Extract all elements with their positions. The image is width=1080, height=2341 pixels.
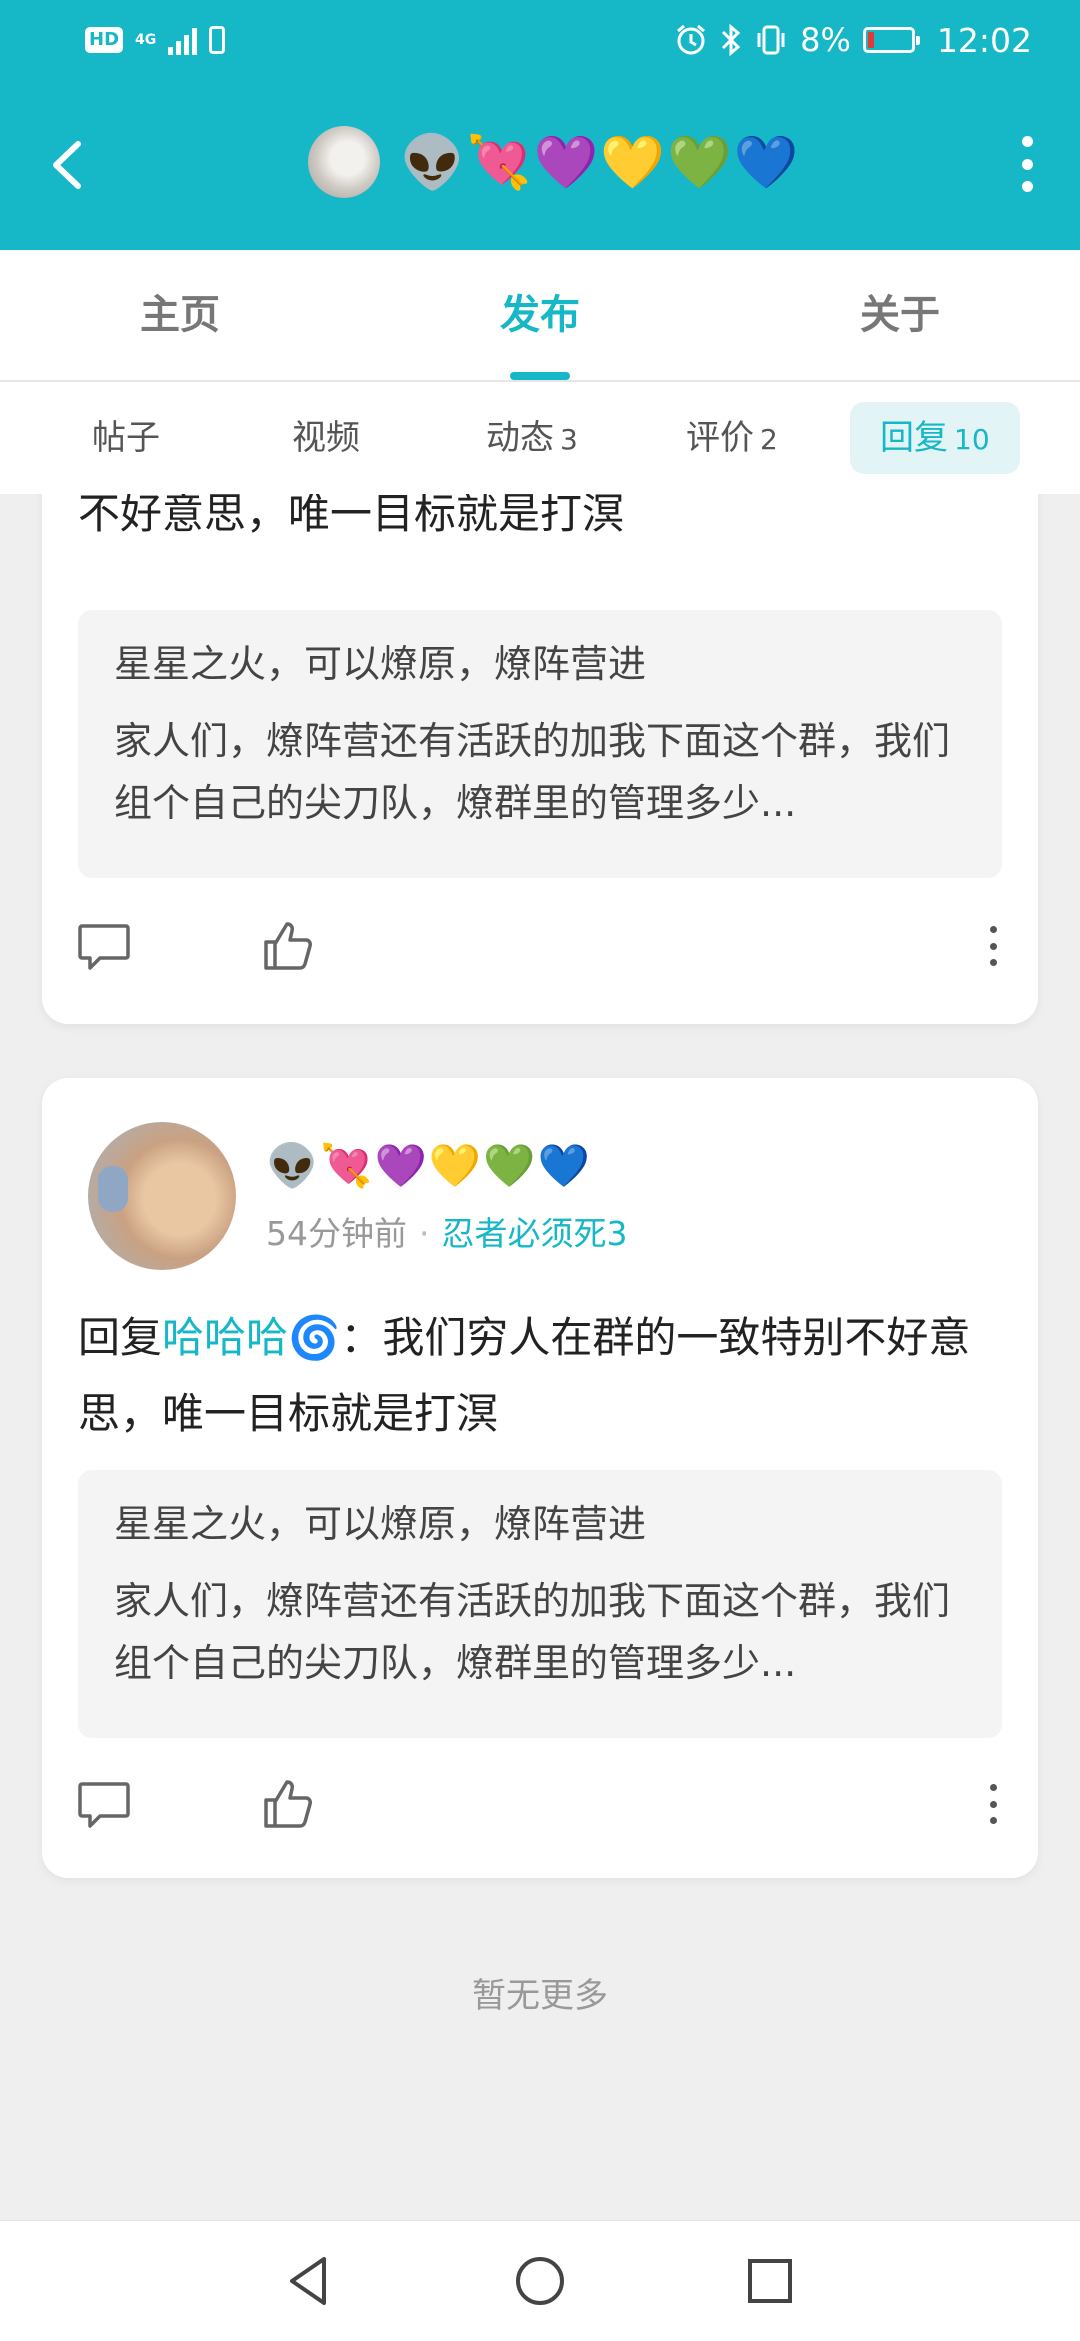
battery-percent: 8% [800,21,851,59]
nav-recents-button[interactable] [740,2251,800,2311]
subtab-replies-count: 10 [954,423,990,456]
bluetooth-icon [720,23,742,57]
reply-text-body: 不好意思，唯一目标就是打溟 [78,494,625,538]
clock: 12:02 [936,20,1032,60]
tab-home[interactable]: 主页 [80,250,280,380]
subtab-videos[interactable]: 视频 [292,402,360,474]
quoted-post[interactable]: 星星之火，可以燎原，燎阵营进 家人们，燎阵营还有活跃的加我下面这个群，我们组个自… [78,1470,1002,1738]
reply-card[interactable]: 👽💘💜💛💚💙 54分钟前 · 忍者必须死3 回复哈哈哈🌀：我们穷人在群的一致特别不好… [42,1078,1038,1878]
tab-publish-label: 发布 [500,292,580,338]
quoted-post-title: 星星之火，可以燎原，燎阵营进 [114,642,647,686]
status-right: 8% 12:02 [674,16,1032,64]
sub-tabs: 帖子 视频 动态 3 评价 2 回复 10 [0,382,1080,494]
subtab-videos-label: 视频 [292,418,360,458]
vertical-dots-icon [989,926,997,933]
quoted-post[interactable]: 星星之火，可以燎原，燎阵营进 家人们，燎阵营还有活跃的加我下面这个群，我们组个自… [78,610,1002,878]
thumbs-up-icon [264,922,312,970]
reply-text: 回复 不好意思，唯一目标就是打溟 [78,494,1008,552]
author-avatar[interactable] [88,1122,236,1270]
subtab-replies-label: 回复 [880,418,948,458]
nav-back-button[interactable] [280,2251,340,2311]
reply-feed: 回复 不好意思，唯一目标就是打溟 星星之火，可以燎原，燎阵营进 家人们，燎阵营还… [0,494,1080,2220]
reply-prefix: 回复 [78,1313,163,1362]
thumbs-up-icon [264,1780,312,1828]
time-ago: 54分钟前 [266,1214,407,1253]
status-bar: HD 4G 8% 12:02 [0,0,1080,80]
battery-icon [862,27,920,53]
comment-button[interactable] [74,916,134,976]
profile-avatar[interactable] [308,126,380,198]
vertical-dots-icon [1021,136,1033,147]
main-tabs: 主页 发布 关于 [0,250,1080,382]
subtab-posts-label: 帖子 [92,418,160,458]
reply-card[interactable]: 回复 不好意思，唯一目标就是打溟 星星之火，可以燎原，燎阵营进 家人们，燎阵营还… [42,494,1038,1024]
profile-name: 👽💘💜💛💚💙 [400,133,801,193]
title-bar: 👽💘💜💛💚💙 [0,80,1080,250]
subtab-posts[interactable]: 帖子 [92,402,160,474]
signal-icon [168,25,198,55]
subtab-replies[interactable]: 回复 10 [850,402,1020,474]
nav-home-button[interactable] [510,2251,570,2311]
comment-icon [78,924,130,970]
card-more-button[interactable] [988,1784,998,1824]
alarm-icon [674,23,708,57]
system-nav-bar [0,2220,1080,2341]
circle-home-icon [516,2257,564,2305]
quoted-post-body: 家人们，燎阵营还有活跃的加我下面这个群，我们组个自己的尖刀队，燎群里的管理多少.… [114,1579,951,1685]
sim-icon [209,26,226,54]
vibrate-icon [754,23,788,57]
game-tag-link[interactable]: 忍者必须死3 [442,1214,628,1253]
subtab-moments-count: 3 [560,423,578,456]
vertical-dots-icon [989,1784,997,1791]
card-more-button[interactable] [988,926,998,966]
back-button[interactable] [40,130,96,200]
quoted-post-title: 星星之火，可以燎原，燎阵营进 [114,1502,647,1546]
meta-separator: · [419,1214,430,1253]
comment-icon [78,1782,130,1828]
subtab-reviews-label: 评价 [686,418,754,458]
reply-target-user[interactable]: 哈哈哈🌀 [162,1313,340,1362]
active-tab-indicator [510,372,570,380]
subtab-moments-label: 动态 [486,418,554,458]
status-left: HD 4G [85,20,226,60]
tab-about[interactable]: 关于 [800,250,1000,380]
comment-button[interactable] [74,1774,134,1834]
profile-header: HD 4G 8% 12:02 👽💘💜💛💚💙 [0,0,1080,250]
subtab-moments[interactable]: 动态 3 [486,402,578,474]
reply-separator: ： [340,1313,383,1362]
no-more-text: 暂无更多 [472,1976,608,2016]
like-button[interactable] [260,916,320,976]
subtab-reviews-count: 2 [760,423,778,456]
square-recents-icon [748,2259,792,2303]
tab-publish[interactable]: 发布 [440,250,640,380]
quoted-post-body: 家人们，燎阵营还有活跃的加我下面这个群，我们组个自己的尖刀队，燎群里的管理多少.… [114,719,951,825]
subtab-reviews[interactable]: 评价 2 [686,402,778,474]
triangle-back-icon [290,2257,326,2305]
author-name[interactable]: 👽💘💜💛💚💙 [266,1136,592,1196]
hd-badge: HD [85,27,124,53]
more-options-button[interactable] [1014,136,1040,192]
network-type: 4G [135,32,157,48]
like-button[interactable] [260,1774,320,1834]
post-meta: 54分钟前 · 忍者必须死3 [266,1210,628,1258]
chevron-left-icon [53,141,81,189]
reply-text: 回复哈哈哈🌀：我们穷人在群的一致特别不好意思，唯一目标就是打溟 [78,1300,1008,1452]
